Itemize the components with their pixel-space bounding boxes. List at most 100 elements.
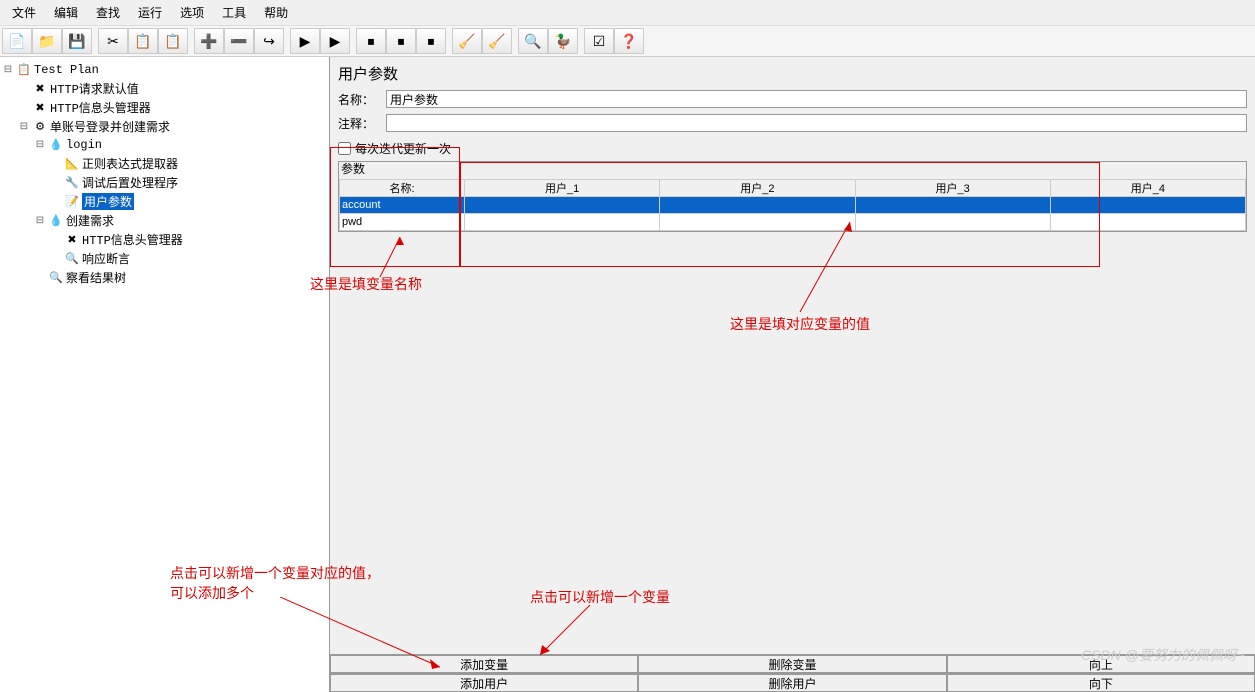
toolbar-button[interactable]: ▶ — [290, 28, 320, 54]
del-var-button[interactable]: 删除变量 — [638, 655, 946, 673]
tree-icon: ✖ — [32, 81, 48, 97]
toolbar-button[interactable]: ❓ — [614, 28, 644, 54]
toolbar-button[interactable]: ✂ — [98, 28, 128, 54]
value-cell[interactable] — [465, 214, 660, 231]
up-button[interactable]: 向上 — [947, 655, 1255, 673]
tree-node[interactable]: ⊟⚙单账号登录并创建需求 — [2, 117, 327, 136]
name-label: 名称： — [338, 91, 378, 108]
tree-node[interactable]: ✖HTTP请求默认值 — [2, 79, 327, 98]
value-cell[interactable] — [660, 197, 855, 214]
tree-node[interactable]: ⊟💧创建需求 — [2, 211, 327, 230]
tree-icon: 📝 — [64, 194, 80, 210]
tree-icon: 📋 — [16, 62, 32, 78]
tree-icon: 🔍 — [64, 251, 80, 267]
tree-label: 察看结果树 — [66, 269, 126, 286]
toolbar-button[interactable]: 💾 — [62, 28, 92, 54]
tree-icon: ✖ — [64, 232, 80, 248]
tree-panel: ⊟📋Test Plan✖HTTP请求默认值✖HTTP信息头管理器⊟⚙单账号登录并… — [0, 57, 330, 692]
tree-icon: 📐 — [64, 156, 80, 172]
value-cell[interactable] — [660, 214, 855, 231]
tree-icon: 💧 — [48, 213, 64, 229]
tree-node[interactable]: ✖HTTP信息头管理器 — [2, 230, 327, 249]
iterate-label: 每次迭代更新一次 — [355, 140, 451, 157]
menu-item[interactable]: 编辑 — [46, 2, 86, 23]
menu-item[interactable]: 运行 — [130, 2, 170, 23]
add-var-button[interactable]: 添加变量 — [330, 655, 638, 673]
tree-toggle-icon[interactable]: ⊟ — [18, 121, 30, 133]
tree-label: HTTP请求默认值 — [50, 80, 139, 97]
tree-icon: 🔧 — [64, 175, 80, 191]
tree-icon: 💧 — [48, 137, 64, 153]
toolbar-button[interactable]: ↪ — [254, 28, 284, 54]
table-row[interactable]: pwd — [340, 214, 1246, 231]
value-cell[interactable] — [465, 197, 660, 214]
name-cell[interactable]: pwd — [340, 214, 465, 231]
toolbar-button[interactable]: 📄 — [2, 28, 32, 54]
toolbar-button[interactable]: ▶ — [320, 28, 350, 54]
tree-icon: ✖ — [32, 100, 48, 116]
table-header[interactable]: 用户_4 — [1050, 180, 1245, 197]
menu-item[interactable]: 工具 — [214, 2, 254, 23]
menu-item[interactable]: 选项 — [172, 2, 212, 23]
tree-label: login — [66, 138, 102, 152]
tree-node[interactable]: ⊟💧login — [2, 136, 327, 154]
tree-label: 调试后置处理程序 — [82, 174, 178, 191]
tree-toggle-icon[interactable]: ⊟ — [2, 64, 14, 76]
name-cell[interactable]: account — [340, 197, 465, 214]
toolbar-button[interactable]: ☑ — [584, 28, 614, 54]
toolbar-button[interactable]: 📋 — [158, 28, 188, 54]
value-cell[interactable] — [1050, 197, 1245, 214]
add-user-button[interactable]: 添加用户 — [330, 674, 638, 692]
menu-item[interactable]: 帮助 — [256, 2, 296, 23]
tree-label: HTTP信息头管理器 — [82, 231, 183, 248]
toolbar-button[interactable]: ⏹ — [386, 28, 416, 54]
tree-node[interactable]: ⊟📋Test Plan — [2, 61, 327, 79]
params-table[interactable]: 名称:用户_1用户_2用户_3用户_4accountpwd — [339, 179, 1246, 231]
params-fieldset: 参数 名称:用户_1用户_2用户_3用户_4accountpwd — [338, 161, 1247, 232]
table-header[interactable]: 用户_2 — [660, 180, 855, 197]
tree-label: Test Plan — [34, 63, 99, 77]
tree-node[interactable]: 📐正则表达式提取器 — [2, 154, 327, 173]
menu-item[interactable]: 查找 — [88, 2, 128, 23]
down-button[interactable]: 向下 — [947, 674, 1255, 692]
iterate-checkbox[interactable] — [338, 142, 351, 155]
comment-input[interactable] — [386, 114, 1247, 132]
table-row[interactable]: account — [340, 197, 1246, 214]
table-header[interactable]: 用户_3 — [855, 180, 1050, 197]
toolbar-button[interactable]: 🦆 — [548, 28, 578, 54]
menubar: 文件编辑查找运行选项工具帮助 — [0, 0, 1255, 26]
tree-label: 创建需求 — [66, 212, 114, 229]
table-header[interactable]: 用户_1 — [465, 180, 660, 197]
toolbar-button[interactable]: ➖ — [224, 28, 254, 54]
tree-toggle-icon[interactable]: ⊟ — [34, 215, 46, 227]
toolbar-button[interactable]: 📋 — [128, 28, 158, 54]
toolbar-button[interactable]: 🔍 — [518, 28, 548, 54]
toolbar-button[interactable]: ⏹ — [416, 28, 446, 54]
toolbar: 📄📁💾✂📋📋➕➖↪▶▶⏹⏹⏹🧹🧹🔍🦆☑❓ — [0, 26, 1255, 57]
table-header[interactable]: 名称: — [340, 180, 465, 197]
content-panel: 用户参数 名称： 注释： 每次迭代更新一次 参数 名称:用户_1用户_2用户_3… — [330, 57, 1255, 692]
panel-title: 用户参数 — [338, 63, 1247, 84]
tree-label: HTTP信息头管理器 — [50, 99, 151, 116]
toolbar-button[interactable]: 🧹 — [452, 28, 482, 54]
tree-label: 用户参数 — [82, 193, 134, 210]
toolbar-button[interactable]: ➕ — [194, 28, 224, 54]
value-cell[interactable] — [855, 214, 1050, 231]
name-input[interactable] — [386, 90, 1247, 108]
tree-toggle-icon[interactable]: ⊟ — [34, 139, 46, 151]
menu-item[interactable]: 文件 — [4, 2, 44, 23]
tree-node[interactable]: 🔍察看结果树 — [2, 268, 327, 287]
value-cell[interactable] — [1050, 214, 1245, 231]
tree-node[interactable]: 🔧调试后置处理程序 — [2, 173, 327, 192]
tree-node[interactable]: ✖HTTP信息头管理器 — [2, 98, 327, 117]
tree-label: 正则表达式提取器 — [82, 155, 178, 172]
tree-label: 响应断言 — [82, 250, 130, 267]
tree-node[interactable]: 📝用户参数 — [2, 192, 327, 211]
toolbar-button[interactable]: 🧹 — [482, 28, 512, 54]
value-cell[interactable] — [855, 197, 1050, 214]
toolbar-button[interactable]: ⏹ — [356, 28, 386, 54]
toolbar-button[interactable]: 📁 — [32, 28, 62, 54]
del-user-button[interactable]: 删除用户 — [638, 674, 946, 692]
tree-node[interactable]: 🔍响应断言 — [2, 249, 327, 268]
comment-label: 注释： — [338, 115, 378, 132]
